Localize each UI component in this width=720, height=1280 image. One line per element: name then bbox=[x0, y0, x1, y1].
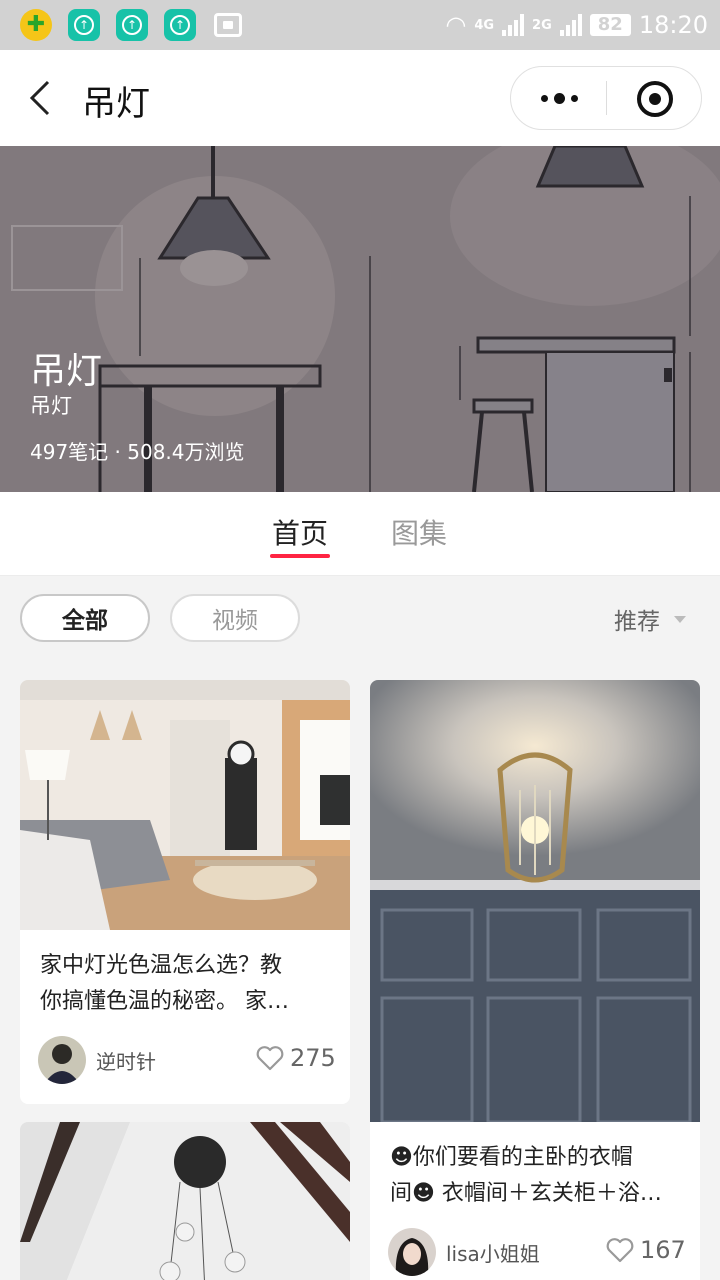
nav-bar: 吊灯 bbox=[0, 50, 720, 146]
miniprogram-capsule bbox=[510, 66, 702, 130]
author-name[interactable]: lisa小姐姐 bbox=[446, 1238, 540, 1267]
avatar[interactable] bbox=[388, 1228, 436, 1276]
sort-label: 推荐 bbox=[614, 609, 660, 635]
network-type-label: 2G bbox=[532, 17, 552, 33]
upload-notification-icon: ↑ bbox=[164, 9, 196, 41]
signal-icon bbox=[502, 14, 525, 36]
note-title-line: 间☻ 衣帽间＋玄关柜＋浴… bbox=[390, 1181, 662, 1206]
heart-icon bbox=[256, 1046, 284, 1071]
battery-indicator: 82 bbox=[589, 14, 631, 36]
back-button[interactable] bbox=[24, 78, 56, 118]
banner-subtitle: 吊灯 bbox=[30, 394, 72, 418]
note-cover-image bbox=[20, 1122, 350, 1280]
note-title-line: 你搞懂色温的秘密。 家… bbox=[40, 989, 289, 1014]
more-button[interactable] bbox=[539, 67, 579, 129]
filter-video-button[interactable]: 视频 bbox=[170, 594, 300, 642]
page-title: 吊灯 bbox=[82, 84, 150, 124]
active-tab-indicator bbox=[270, 554, 330, 558]
like-count: 275 bbox=[290, 1044, 336, 1072]
sort-dropdown[interactable]: 推荐 bbox=[614, 602, 686, 636]
like-button[interactable]: 275 bbox=[256, 1044, 336, 1072]
status-bar: ✚ ↑ ↑ ↑ ◠ 4G 2G 82 18:20 bbox=[0, 0, 720, 50]
upload-notification-icon: ↑ bbox=[116, 9, 148, 41]
app-notification-icon: ✚ bbox=[20, 9, 52, 41]
dot-icon bbox=[570, 94, 578, 102]
upload-notification-icon: ↑ bbox=[68, 9, 100, 41]
wifi-icon: ◠ bbox=[445, 11, 467, 39]
divider bbox=[606, 81, 607, 115]
like-count: 167 bbox=[640, 1236, 686, 1264]
avatar[interactable] bbox=[38, 1036, 86, 1084]
like-button[interactable]: 167 bbox=[606, 1236, 686, 1264]
note-cover-image bbox=[370, 680, 700, 1122]
note-title-line: ☻你们要看的主卧的衣帽 bbox=[390, 1145, 633, 1170]
dot-icon bbox=[540, 94, 548, 102]
close-miniprogram-button[interactable] bbox=[637, 81, 673, 117]
note-title: 家中灯光色温怎么选？教 你搞懂色温的秘密。 家… bbox=[40, 948, 332, 1020]
note-title: ☻你们要看的主卧的衣帽 间☻ 衣帽间＋玄关柜＋浴… bbox=[390, 1140, 682, 1212]
tab-album[interactable]: 图集 bbox=[391, 512, 447, 552]
caret-down-icon bbox=[674, 615, 686, 623]
network-type-label: 4G bbox=[474, 17, 495, 33]
note-cover-image bbox=[20, 680, 350, 930]
note-title-line: 家中灯光色温怎么选？教 bbox=[40, 953, 283, 978]
signal-icon bbox=[559, 14, 582, 36]
note-card[interactable]: ☻你们要看的主卧的衣帽 间☻ 衣帽间＋玄关柜＋浴… lisa小姐姐 167 bbox=[370, 680, 700, 1280]
dot-icon bbox=[553, 92, 565, 104]
screenshot-icon bbox=[214, 13, 242, 37]
banner-title: 吊灯 bbox=[30, 351, 103, 392]
target-icon bbox=[649, 93, 661, 105]
topic-banner: 吊灯 吊灯 497笔记 · 508.4万浏览 bbox=[0, 146, 720, 492]
chevron-left-icon bbox=[29, 80, 50, 116]
clock: 18:20 bbox=[638, 11, 708, 39]
tab-home[interactable]: 首页 bbox=[272, 512, 328, 552]
tab-bar: 首页 图集 bbox=[0, 492, 720, 576]
note-card[interactable] bbox=[20, 1122, 350, 1280]
banner-stats: 497笔记 · 508.4万浏览 bbox=[30, 440, 245, 464]
note-card[interactable]: 家中灯光色温怎么选？教 你搞懂色温的秘密。 家… 逆时针 275 bbox=[20, 680, 350, 1104]
author-name[interactable]: 逆时针 bbox=[96, 1046, 156, 1075]
heart-icon bbox=[606, 1238, 634, 1263]
filter-all-button[interactable]: 全部 bbox=[20, 594, 150, 642]
